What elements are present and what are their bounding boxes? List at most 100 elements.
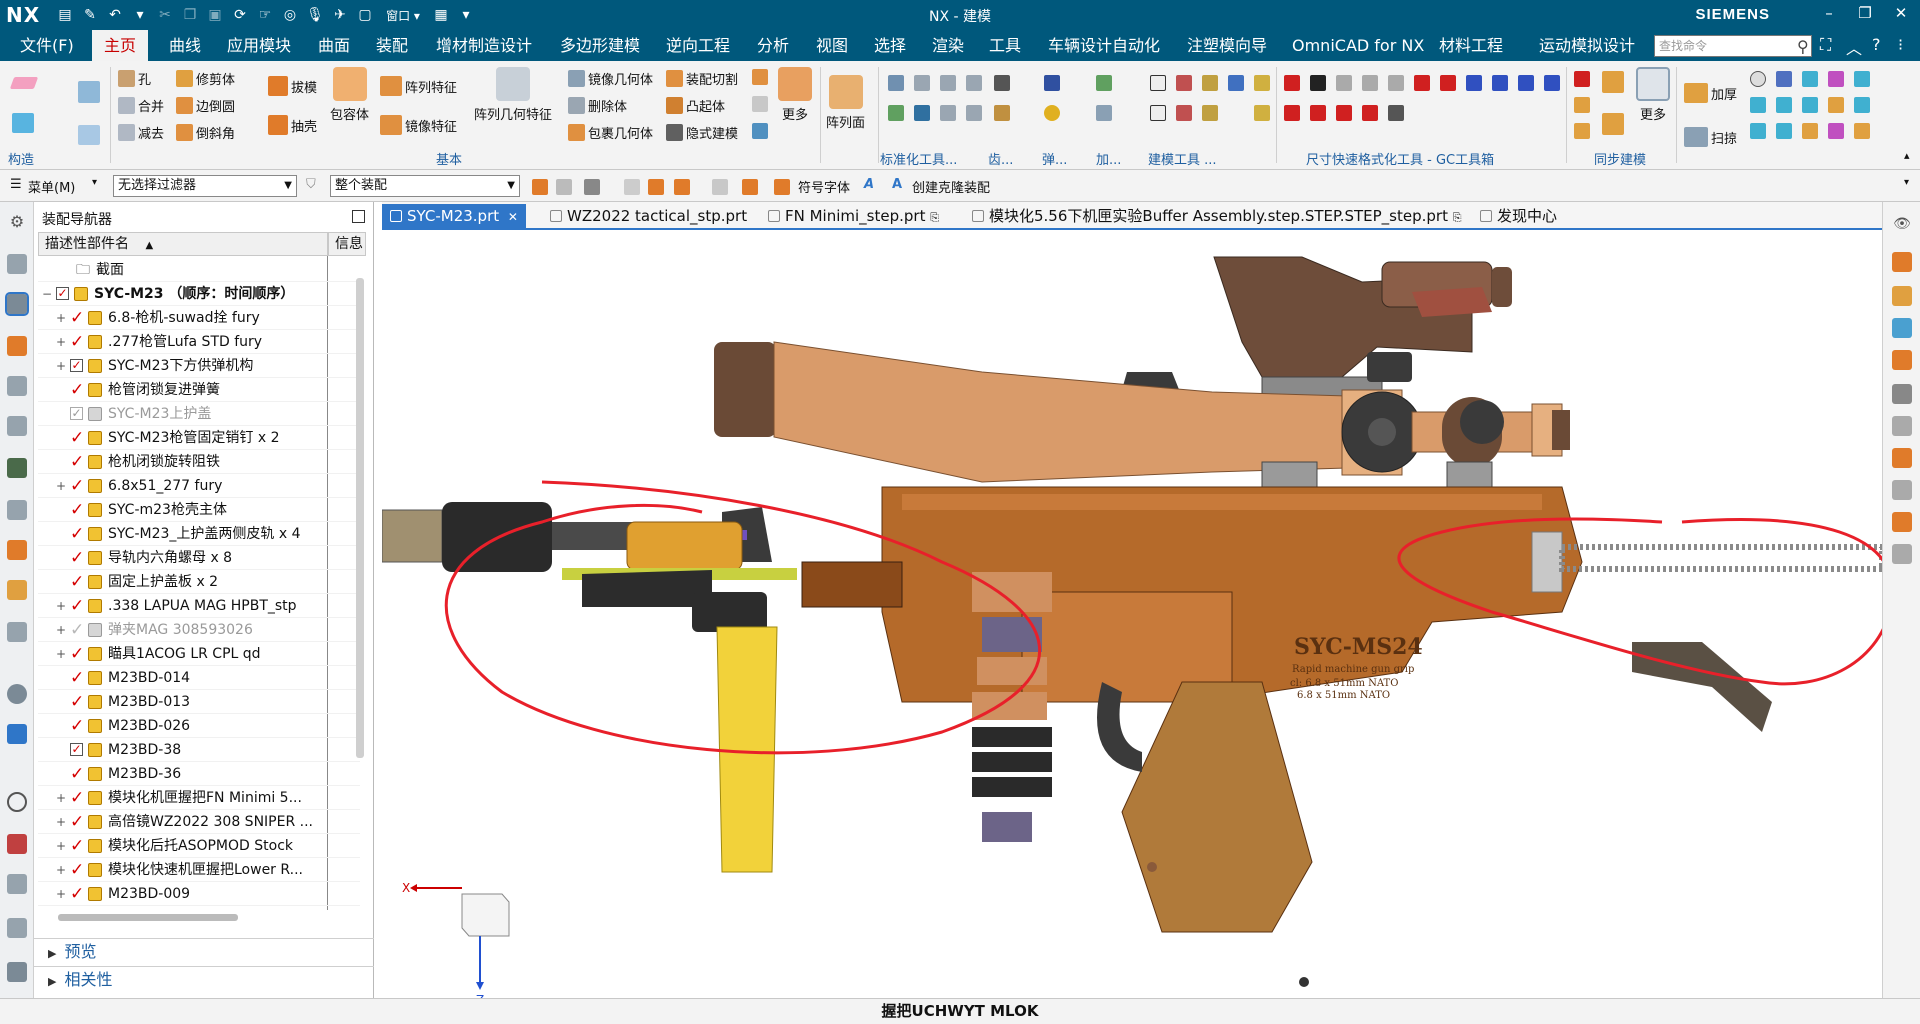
modeling-tool-c-icon[interactable] xyxy=(1202,75,1218,91)
surface-8-icon[interactable] xyxy=(1802,97,1818,113)
tree-row[interactable]: + ✓ M23BD-009 xyxy=(38,882,360,906)
tab-fn-minimi[interactable]: FN Minimi_step.prt ⎘ xyxy=(760,204,947,230)
clone-assembly-icon[interactable]: A xyxy=(892,177,902,192)
dim-format-7-icon[interactable] xyxy=(1440,75,1456,91)
clone-assembly-button[interactable]: 创建克隆装配 xyxy=(912,177,990,196)
expand-node-icon[interactable]: + xyxy=(56,858,68,882)
sketch-icon[interactable] xyxy=(12,113,34,133)
modeling-tool-d-icon[interactable] xyxy=(1228,75,1244,91)
edge-blend-button[interactable]: 边倒圆 xyxy=(176,96,235,115)
menu-curve[interactable]: 曲线 xyxy=(157,30,213,61)
visibility-check-icon[interactable]: ✓ xyxy=(70,309,84,327)
view-tool-5-icon[interactable] xyxy=(1892,384,1912,404)
visibility-check-icon[interactable]: ✓ xyxy=(70,549,84,567)
menu-reverse[interactable]: 逆向工程 xyxy=(654,30,742,61)
expand-node-icon[interactable]: + xyxy=(56,618,68,642)
unlock-icon[interactable] xyxy=(1254,105,1270,121)
fullscreen-icon[interactable]: ⛶ xyxy=(1820,35,1831,55)
subtract-button[interactable]: 减去 xyxy=(118,123,164,142)
sync-offset-icon[interactable] xyxy=(1574,123,1590,139)
surface-14-icon[interactable] xyxy=(1828,123,1844,139)
delete-body-button[interactable]: 删除体 xyxy=(568,96,627,115)
menu-home[interactable]: 主页 xyxy=(92,30,149,61)
trim-body-button[interactable]: 修剪体 xyxy=(176,69,235,88)
visibility-check-icon[interactable]: ✓ xyxy=(70,333,84,351)
expand-node-icon[interactable]: + xyxy=(56,354,68,378)
relations-section[interactable]: ▶ 相关性 xyxy=(34,966,374,992)
surface-11-icon[interactable] xyxy=(1750,123,1766,139)
tree-row[interactable]: ✓ 导轨内六角螺母 x 8 xyxy=(38,546,360,570)
menu-additive[interactable]: 增材制造设计 xyxy=(424,30,544,61)
dim-format-14-icon[interactable] xyxy=(1336,105,1352,121)
menu-dropdown-icon[interactable]: ▾ xyxy=(92,177,97,188)
dim-format-8-icon[interactable] xyxy=(1466,75,1482,91)
tree-row[interactable]: ✓ SYC-M23_上护盖两侧皮轨 x 4 xyxy=(38,522,360,546)
sync-pull-face-icon[interactable] xyxy=(1574,97,1590,113)
visibility-check-icon[interactable]: ✓ xyxy=(70,621,84,639)
symbol-font-button[interactable]: 符号字体 xyxy=(798,177,850,196)
menu-omnicad[interactable]: OmniCAD for NX xyxy=(1280,30,1436,61)
filter-funnel-icon[interactable]: ⛉ xyxy=(306,177,316,192)
tree-row[interactable]: + ✓ 瞄具1ACOG LR CPL qd xyxy=(38,642,360,666)
visibility-check-icon[interactable]: ✓ xyxy=(70,861,84,879)
command-search-input[interactable]: 查找命令 xyxy=(1654,35,1812,57)
select-tool-6-icon[interactable] xyxy=(674,179,690,195)
dim-format-3-icon[interactable] xyxy=(1336,75,1352,91)
tab-syc-m23[interactable]: SYC-M23.prt ✕ xyxy=(382,204,526,230)
expand-node-icon[interactable]: + xyxy=(56,642,68,666)
visibility-check-icon[interactable]: ✓ xyxy=(70,669,84,687)
tree-row[interactable]: + ✓ .277枪管Lufa STD fury xyxy=(38,330,360,354)
dimensions-icon[interactable] xyxy=(7,918,27,938)
modeling-tool-f-icon[interactable] xyxy=(1176,105,1192,121)
expand-node-icon[interactable]: + xyxy=(56,786,68,810)
surface-2-icon[interactable] xyxy=(1776,71,1792,87)
visibility-checkbox[interactable]: ✓ xyxy=(70,359,83,372)
view-tool-3-icon[interactable] xyxy=(1892,318,1912,338)
add-tool-icon[interactable] xyxy=(1096,75,1112,91)
surface-7-icon[interactable] xyxy=(1776,97,1792,113)
visibility-checkbox[interactable]: ✓ xyxy=(70,407,83,420)
tree-row[interactable]: + ✓ 弹夹MAG 308593026 xyxy=(38,618,360,642)
tree-row[interactable]: ✓ M23BD-36 xyxy=(38,762,360,786)
pin-icon[interactable] xyxy=(888,105,904,121)
layers-icon[interactable] xyxy=(7,962,27,982)
clock-icon[interactable] xyxy=(7,792,27,812)
wrap-geometry-button[interactable]: 包裹几何体 xyxy=(568,123,653,142)
help-icon[interactable]: ? xyxy=(1872,35,1881,54)
dim-format-5-icon[interactable] xyxy=(1388,75,1404,91)
menu-view[interactable]: 视图 xyxy=(804,30,860,61)
thicken-button[interactable]: 加厚 xyxy=(1684,83,1737,103)
select-tool-2-icon[interactable] xyxy=(556,179,572,195)
process-studio-icon[interactable] xyxy=(7,622,27,642)
spring-part-icon[interactable] xyxy=(940,105,956,121)
spring-param-icon[interactable] xyxy=(1044,105,1060,121)
visibility-checkbox[interactable]: ✓ xyxy=(70,743,83,756)
menu-select[interactable]: 选择 xyxy=(862,30,918,61)
visibility-check-icon[interactable]: ✓ xyxy=(70,813,84,831)
gear-tool-icon[interactable] xyxy=(994,75,1010,91)
menu-button[interactable]: 菜单(M) xyxy=(28,177,75,196)
menu-mold[interactable]: 注塑模向导 xyxy=(1175,30,1279,61)
menu-hamburger-icon[interactable]: ☰ xyxy=(10,177,22,192)
tree-row[interactable]: ✓ SYC-M23上护盖 xyxy=(38,402,360,426)
ribbon-options-icon[interactable]: ▴ xyxy=(1904,149,1910,162)
shell-button[interactable]: 抽壳 xyxy=(268,115,317,135)
menu-file[interactable]: 文件(F) xyxy=(8,30,86,61)
tree-row[interactable]: ✓ 枪机闭锁旋转阻铁 xyxy=(38,450,360,474)
maximize-panel-icon[interactable] xyxy=(352,210,365,223)
implicit-modeling-button[interactable]: 隐式建模 xyxy=(666,123,738,142)
visibility-check-icon[interactable]: ✓ xyxy=(70,645,84,663)
graphics-window[interactable]: SYC-MS24 Rapid machine gun grip cl: 6.8 … xyxy=(382,232,1882,998)
visibility-check-icon[interactable]: ✓ xyxy=(70,597,84,615)
system-materials-icon[interactable] xyxy=(7,580,27,600)
expand-node-icon[interactable]: + xyxy=(56,810,68,834)
view-tool-1-icon[interactable] xyxy=(1892,252,1912,272)
tree-row[interactable]: + ✓ 模块化后托ASOPMOD Stock xyxy=(38,834,360,858)
gear-param-icon[interactable] xyxy=(994,105,1010,121)
pattern-feature-button[interactable]: 阵列特征 xyxy=(380,76,457,96)
draft-button[interactable]: 拔模 xyxy=(268,76,317,96)
surface-12-icon[interactable] xyxy=(1776,123,1792,139)
menu-tools[interactable]: 工具 xyxy=(977,30,1033,61)
minimize-icon[interactable]: – xyxy=(1816,4,1842,22)
select-tool-4-icon[interactable] xyxy=(624,179,640,195)
